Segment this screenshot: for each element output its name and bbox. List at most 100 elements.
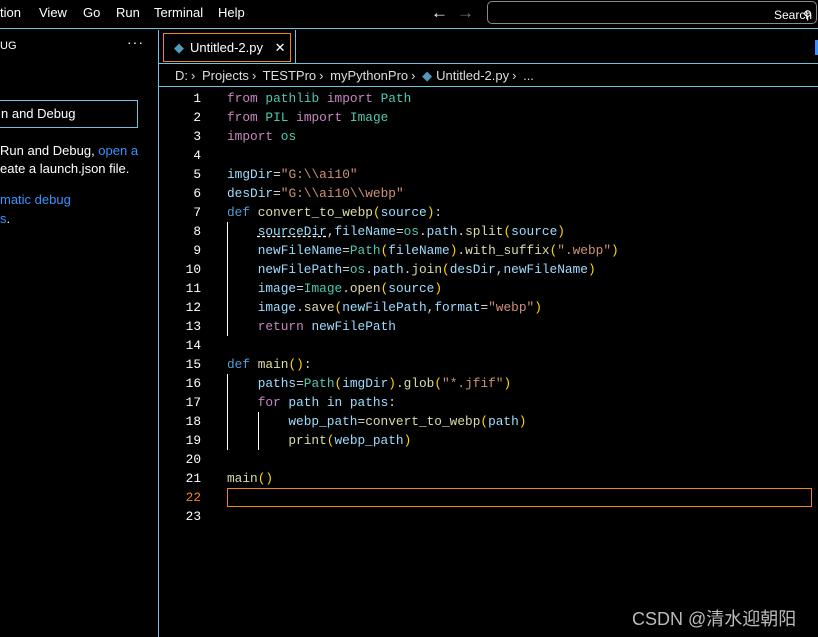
line-number: 8 — [193, 224, 201, 239]
code-token: () — [288, 357, 304, 372]
code-token: os — [403, 224, 419, 239]
code-text: print(webp_path) — [227, 431, 411, 450]
code-token: = — [342, 243, 350, 258]
line-number: 18 — [185, 414, 201, 429]
code-token: . — [418, 224, 427, 239]
code-token: ( — [442, 262, 450, 277]
code-line[interactable]: 17 for path in paths: — [159, 393, 818, 412]
menu-go[interactable]: Go — [83, 5, 100, 20]
code-token: ) — [403, 433, 412, 448]
code-line[interactable]: 19 print(webp_path) — [159, 431, 818, 450]
code-line[interactable]: 12 image.save(newFilePath,format="webp") — [159, 298, 818, 317]
search-box[interactable]: ⚲ Search — [487, 1, 817, 24]
code-line[interactable]: 2 from PIL import Image — [159, 108, 818, 127]
line-number: 17 — [185, 395, 201, 410]
line-number: 15 — [185, 357, 201, 372]
breadcrumb-testpro[interactable]: TESTPro — [263, 68, 316, 83]
menu-view[interactable]: View — [39, 5, 67, 20]
code-token: ) — [503, 376, 512, 391]
code-line[interactable]: 8 sourceDir,fileName=os.path.split(source… — [159, 222, 818, 241]
code-token: format — [434, 300, 481, 315]
code-line[interactable]: 16 paths=Path(imgDir).glob("*.jfif") — [159, 374, 818, 393]
code-token: = — [273, 167, 281, 182]
code-token: os — [280, 129, 297, 144]
breadcrumb-mypythonpro[interactable]: myPythonPro — [330, 68, 408, 83]
run-and-debug-button[interactable]: n and Debug — [0, 100, 138, 128]
line-number: 11 — [185, 281, 201, 296]
code-token: : — [388, 395, 396, 410]
menu-bar: tion View Go Run Terminal Help ← → ⚲ Sea… — [0, 0, 818, 29]
breadcrumb-drive[interactable]: D: — [175, 68, 188, 83]
code-text: newFileName=Path(fileName).with_suffix("… — [227, 241, 619, 260]
chevron-right-icon: › — [512, 68, 517, 83]
menu-selection[interactable]: tion — [0, 5, 21, 20]
code-token: newFileName — [257, 243, 343, 258]
code-line[interactable]: 9 newFileName=Path(fileName).with_suffix(… — [159, 241, 818, 260]
code-editor[interactable]: 1 from pathlib import Path 2 from PIL impor… — [159, 87, 818, 637]
automatic-debug-link[interactable]: matic debug — [0, 192, 71, 207]
code-token: PIL — [265, 110, 289, 125]
code-line[interactable]: 18 webp_path=convert_to_webp(path) — [159, 412, 818, 431]
code-token: def — [227, 357, 251, 372]
line-number: 7 — [193, 205, 201, 220]
code-token: newFileName — [503, 262, 588, 277]
code-token: "G:\\ai10\\webp" — [280, 186, 404, 201]
code-token: : — [434, 205, 443, 220]
line-number: 9 — [193, 243, 201, 258]
breadcrumb-file[interactable]: Untitled-2.py — [436, 68, 509, 83]
breadcrumb-projects[interactable]: Projects — [202, 68, 249, 83]
code-token: source — [388, 281, 435, 296]
code-token: join — [411, 262, 443, 277]
code-token: os — [349, 262, 366, 277]
tab-untitled-2[interactable]: ◆ Untitled-2.py ✕ — [163, 33, 291, 62]
indent-guide — [227, 279, 258, 298]
indent-guide — [227, 412, 258, 431]
code-line[interactable]: 15 def main(): — [159, 355, 818, 374]
back-arrow-icon[interactable]: ← — [431, 3, 448, 23]
code-token: ( — [434, 376, 443, 391]
code-text: from pathlib import Path — [227, 89, 411, 108]
code-token: ) — [518, 414, 527, 429]
code-token: Image — [303, 281, 343, 296]
menu-run[interactable]: Run — [116, 5, 140, 20]
code-line[interactable]: 14 — [159, 336, 818, 355]
code-line[interactable]: 4 — [159, 146, 818, 165]
code-line[interactable]: 1 from pathlib import Path — [159, 89, 818, 108]
forward-arrow-icon[interactable]: → — [457, 3, 474, 23]
code-token: path — [372, 262, 404, 277]
code-token: convert_to_webp — [257, 205, 373, 220]
code-line[interactable]: 13 return newFilePath — [159, 317, 818, 336]
code-token: ) — [587, 262, 596, 277]
code-line[interactable]: 20 — [159, 450, 818, 469]
watermark: CSDN @清水迎朝阳 — [632, 609, 797, 629]
indent-guide — [227, 260, 258, 279]
menu-terminal[interactable]: Terminal — [154, 5, 203, 20]
code-token: desDir — [227, 186, 274, 201]
code-token: = — [296, 281, 304, 296]
code-line[interactable]: 11 image=Image.open(source) — [159, 279, 818, 298]
more-actions-icon[interactable]: ··· — [127, 34, 144, 50]
code-line[interactable]: 7 def convert_to_webp(source): — [159, 203, 818, 222]
code-line[interactable]: 21 main() — [159, 469, 818, 488]
menu-help[interactable]: Help — [218, 5, 245, 20]
code-token: . — [457, 224, 466, 239]
code-line[interactable]: 10 newFilePath=os.path.join(desDir,newFil… — [159, 260, 818, 279]
code-token: newFilePath — [257, 262, 343, 277]
code-token: convert_to_webp — [365, 414, 481, 429]
breadcrumb: D: › Projects › TESTPro › myPythonPro › ◆ Unt… — [159, 64, 818, 87]
code-line[interactable]: 3 import os — [159, 127, 818, 146]
code-text: imgDir="G:\\ai10" — [227, 165, 358, 184]
code-line[interactable]: 22 — [159, 488, 818, 507]
code-line[interactable]: 6 desDir="G:\\ai10\\webp" — [159, 184, 818, 203]
breadcrumb-symbols[interactable]: ... — [523, 68, 534, 83]
open-folder-link[interactable]: open a — [98, 143, 138, 158]
close-icon[interactable]: ✕ — [275, 40, 286, 55]
code-token: fileName — [388, 243, 450, 258]
code-text: def convert_to_webp(source): — [227, 203, 442, 222]
code-line[interactable]: 5 imgDir="G:\\ai10" — [159, 165, 818, 184]
code-text: sourceDir,fileName=os.path.split(source) — [227, 222, 565, 241]
code-line[interactable]: 23 — [159, 507, 818, 526]
tab-bar: ◆ Untitled-2.py ✕ — [159, 30, 818, 64]
